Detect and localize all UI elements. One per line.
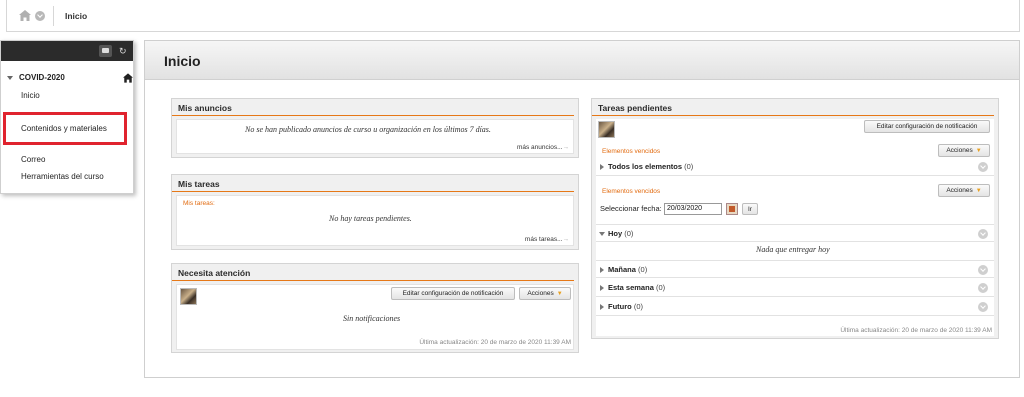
breadcrumb-icons bbox=[19, 10, 45, 21]
module-mis-anuncios: Mis anuncios No se han publicado anuncio… bbox=[171, 98, 579, 158]
collapse-icon bbox=[599, 232, 605, 236]
empty-message: Sin notificaciones bbox=[343, 314, 401, 323]
collapse-icon bbox=[7, 75, 13, 80]
course-menu-item-herramientas[interactable]: Herramientas del curso bbox=[21, 172, 104, 181]
chevron-down-icon: ▼ bbox=[975, 147, 982, 154]
chevron-down-icon[interactable] bbox=[978, 229, 988, 239]
chevron-down-icon[interactable] bbox=[35, 10, 45, 21]
avatar bbox=[598, 121, 615, 138]
today-label: Hoy bbox=[608, 229, 623, 238]
overdue-label: Elementos vencidos bbox=[602, 148, 661, 155]
module-title[interactable]: Mis anuncios bbox=[172, 99, 574, 116]
chevron-down-icon[interactable] bbox=[978, 162, 988, 172]
module-body: Mis tareas: No hay tareas pendientes. má… bbox=[176, 195, 574, 246]
task-row-label: Todos los elementos (0) bbox=[608, 162, 693, 171]
page-title: Inicio bbox=[164, 53, 201, 69]
more-link-label: más tareas... bbox=[524, 236, 563, 243]
empty-message: No se han publicado anuncios de curso u … bbox=[245, 125, 491, 134]
all-items-label: Todos los elementos bbox=[608, 162, 683, 171]
task-row-today[interactable]: Hoy (0) bbox=[596, 224, 994, 242]
task-row-label: Esta semana (0) bbox=[608, 283, 665, 292]
empty-message: Nada que entregar hoy bbox=[756, 245, 830, 254]
today-count: (0) bbox=[624, 229, 634, 238]
actions-button[interactable]: Acciones ▼ bbox=[938, 144, 990, 157]
window-icon bbox=[102, 48, 109, 53]
breadcrumb-bar: Inicio bbox=[6, 0, 1020, 32]
chevron-down-icon[interactable] bbox=[978, 302, 988, 312]
future-label: Futuro bbox=[608, 302, 632, 311]
all-items-count: (0) bbox=[684, 162, 694, 171]
more-tasks-link[interactable]: más tareas...→ bbox=[525, 236, 569, 243]
task-row-future[interactable]: Futuro (0) bbox=[596, 298, 994, 316]
more-announcements-link[interactable]: más anuncios...→ bbox=[517, 144, 569, 151]
module-body: Editar configuración de notificación Acc… bbox=[176, 284, 574, 350]
task-row-label: Hoy (0) bbox=[608, 229, 633, 238]
overdue-label: Elementos vencidos bbox=[602, 188, 661, 195]
home-icon[interactable] bbox=[19, 10, 31, 21]
last-updated: Última actualización: 20 de marzo de 202… bbox=[419, 339, 571, 346]
last-updated: Última actualización: 20 de marzo de 202… bbox=[840, 327, 992, 334]
week-label: Esta semana bbox=[608, 283, 654, 292]
task-row-label: Futuro (0) bbox=[608, 302, 643, 311]
module-body: No se han publicado anuncios de curso u … bbox=[176, 119, 574, 154]
page-header: Inicio bbox=[145, 41, 1019, 80]
avatar bbox=[180, 288, 197, 305]
arrow-icon: → bbox=[562, 144, 570, 151]
chevron-down-icon[interactable] bbox=[978, 283, 988, 293]
tasks-label: Mis tareas: bbox=[183, 200, 215, 207]
calendar-icon[interactable] bbox=[726, 203, 738, 215]
breadcrumb-current: Inicio bbox=[65, 11, 88, 21]
menu-display-button[interactable] bbox=[99, 45, 112, 57]
actions-label: Acciones bbox=[946, 147, 973, 154]
tomorrow-count: (0) bbox=[638, 265, 648, 274]
more-link-label: más anuncios... bbox=[516, 144, 563, 151]
main-content: Inicio Mis anuncios No se han publicado … bbox=[144, 40, 1020, 378]
chevron-down-icon[interactable] bbox=[978, 265, 988, 275]
empty-message: No hay tareas pendientes. bbox=[329, 214, 412, 223]
edit-notification-settings-button[interactable]: Editar configuración de notificación bbox=[864, 120, 990, 133]
arrow-icon: → bbox=[562, 236, 570, 243]
expand-icon bbox=[600, 164, 604, 170]
module-title[interactable]: Tareas pendientes bbox=[592, 99, 994, 116]
expand-icon bbox=[600, 285, 604, 291]
actions-label: Acciones bbox=[527, 290, 554, 297]
module-necesita-atencion: Necesita atención Editar configuración d… bbox=[171, 263, 579, 353]
breadcrumb-divider bbox=[53, 6, 54, 26]
task-row-week[interactable]: Esta semana (0) bbox=[596, 279, 994, 297]
refresh-button[interactable]: ↻ bbox=[117, 45, 130, 57]
highlight-annotation bbox=[3, 112, 127, 145]
task-row-all-items[interactable]: Todos los elementos (0) bbox=[596, 158, 994, 176]
course-menu: ↻ COVID-2020 Inicio Contenidos y materia… bbox=[0, 40, 134, 194]
expand-icon bbox=[600, 304, 604, 310]
module-title[interactable]: Necesita atención bbox=[172, 264, 574, 281]
course-title-label: COVID-2020 bbox=[19, 73, 65, 82]
select-date-label: Seleccionar fecha: bbox=[600, 204, 662, 213]
actions-button[interactable]: Acciones ▼ bbox=[519, 287, 571, 300]
edit-notification-settings-button[interactable]: Editar configuración de notificación bbox=[391, 287, 515, 300]
refresh-icon: ↻ bbox=[119, 46, 127, 56]
actions-label: Acciones bbox=[946, 187, 973, 194]
expand-icon bbox=[600, 267, 604, 273]
module-mis-tareas: Mis tareas Mis tareas: No hay tareas pen… bbox=[171, 174, 579, 250]
course-menu-header: ↻ bbox=[1, 41, 133, 61]
module-tareas-pendientes: Tareas pendientes Editar configuración d… bbox=[591, 98, 999, 339]
module-title[interactable]: Mis tareas bbox=[172, 175, 574, 192]
task-row-label: Mañana (0) bbox=[608, 265, 647, 274]
actions-button[interactable]: Acciones ▼ bbox=[938, 184, 990, 197]
week-count: (0) bbox=[655, 283, 666, 292]
course-menu-item-correo[interactable]: Correo bbox=[21, 155, 45, 164]
future-count: (0) bbox=[633, 302, 644, 311]
task-row-tomorrow[interactable]: Mañana (0) bbox=[596, 260, 994, 278]
chevron-down-icon: ▼ bbox=[975, 187, 982, 194]
course-home-icon[interactable] bbox=[123, 73, 133, 83]
go-button[interactable]: Ir bbox=[742, 203, 758, 215]
date-input[interactable]: 20/03/2020 bbox=[664, 203, 722, 215]
chevron-down-icon: ▼ bbox=[556, 290, 563, 297]
course-title[interactable]: COVID-2020 bbox=[7, 73, 65, 82]
module-body: Editar configuración de notificación Ele… bbox=[596, 119, 994, 336]
course-menu-item-inicio[interactable]: Inicio bbox=[21, 91, 40, 100]
tomorrow-label: Mañana bbox=[608, 265, 636, 274]
